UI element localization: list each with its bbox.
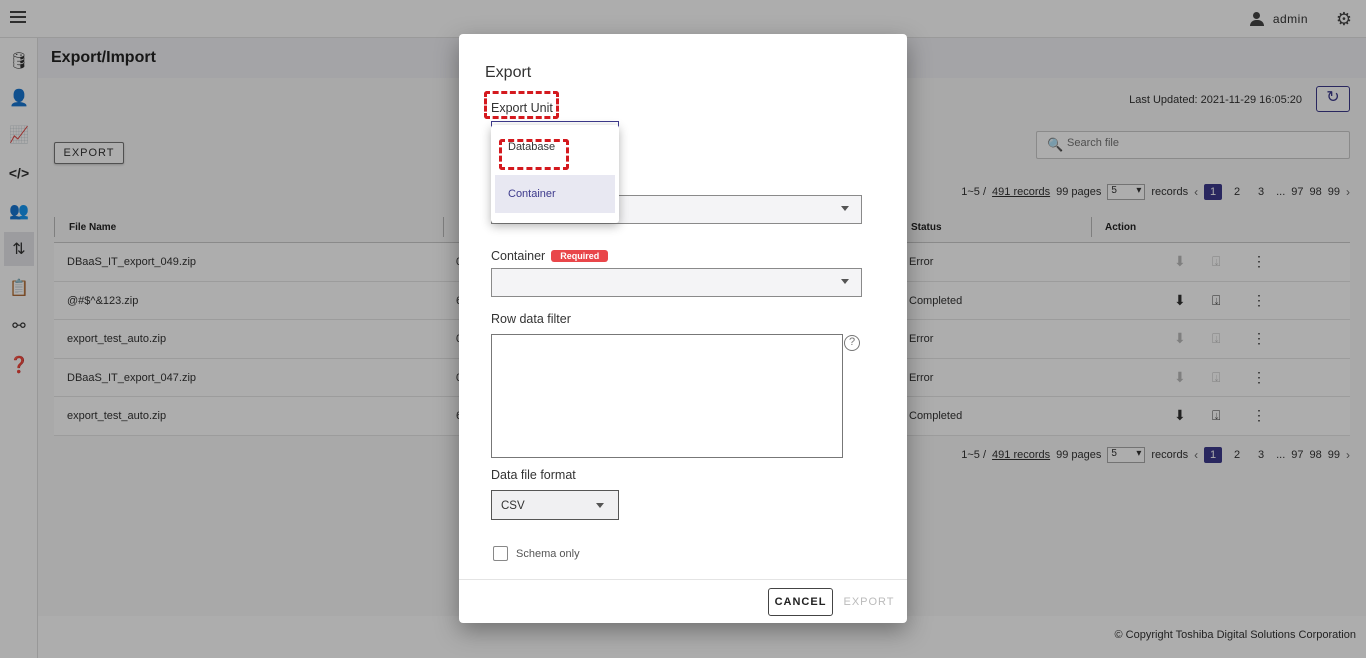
container-select[interactable] bbox=[491, 268, 862, 297]
container-label-text: Container bbox=[491, 249, 546, 263]
data-format-label: Data file format bbox=[491, 468, 576, 482]
row-filter-label: Row data filter bbox=[491, 312, 571, 326]
help-circle-icon[interactable]: ? bbox=[844, 335, 860, 351]
option-container-label: Container bbox=[508, 188, 556, 200]
option-container[interactable]: Container bbox=[495, 175, 615, 213]
data-format-value: CSV bbox=[501, 500, 525, 512]
container-label: Container Required bbox=[491, 249, 609, 263]
highlight-export-unit bbox=[484, 91, 559, 119]
data-format-select[interactable]: CSV bbox=[491, 490, 619, 520]
export-submit-button[interactable]: EXPORT bbox=[841, 588, 897, 616]
export-dialog: Export Export Unit Container Required Row… bbox=[459, 34, 907, 623]
dialog-title: Export bbox=[485, 64, 532, 81]
chevron-down-icon bbox=[841, 206, 849, 211]
row-filter-textarea[interactable] bbox=[491, 334, 843, 458]
schema-only-checkbox[interactable] bbox=[493, 546, 508, 561]
highlight-database-option bbox=[499, 139, 569, 170]
schema-only-label[interactable]: Schema only bbox=[516, 548, 580, 560]
chevron-down-icon bbox=[841, 279, 849, 284]
chevron-down-icon bbox=[596, 503, 604, 508]
dialog-divider bbox=[459, 579, 907, 580]
cancel-button[interactable]: CANCEL bbox=[768, 588, 833, 616]
required-badge: Required bbox=[551, 250, 609, 262]
